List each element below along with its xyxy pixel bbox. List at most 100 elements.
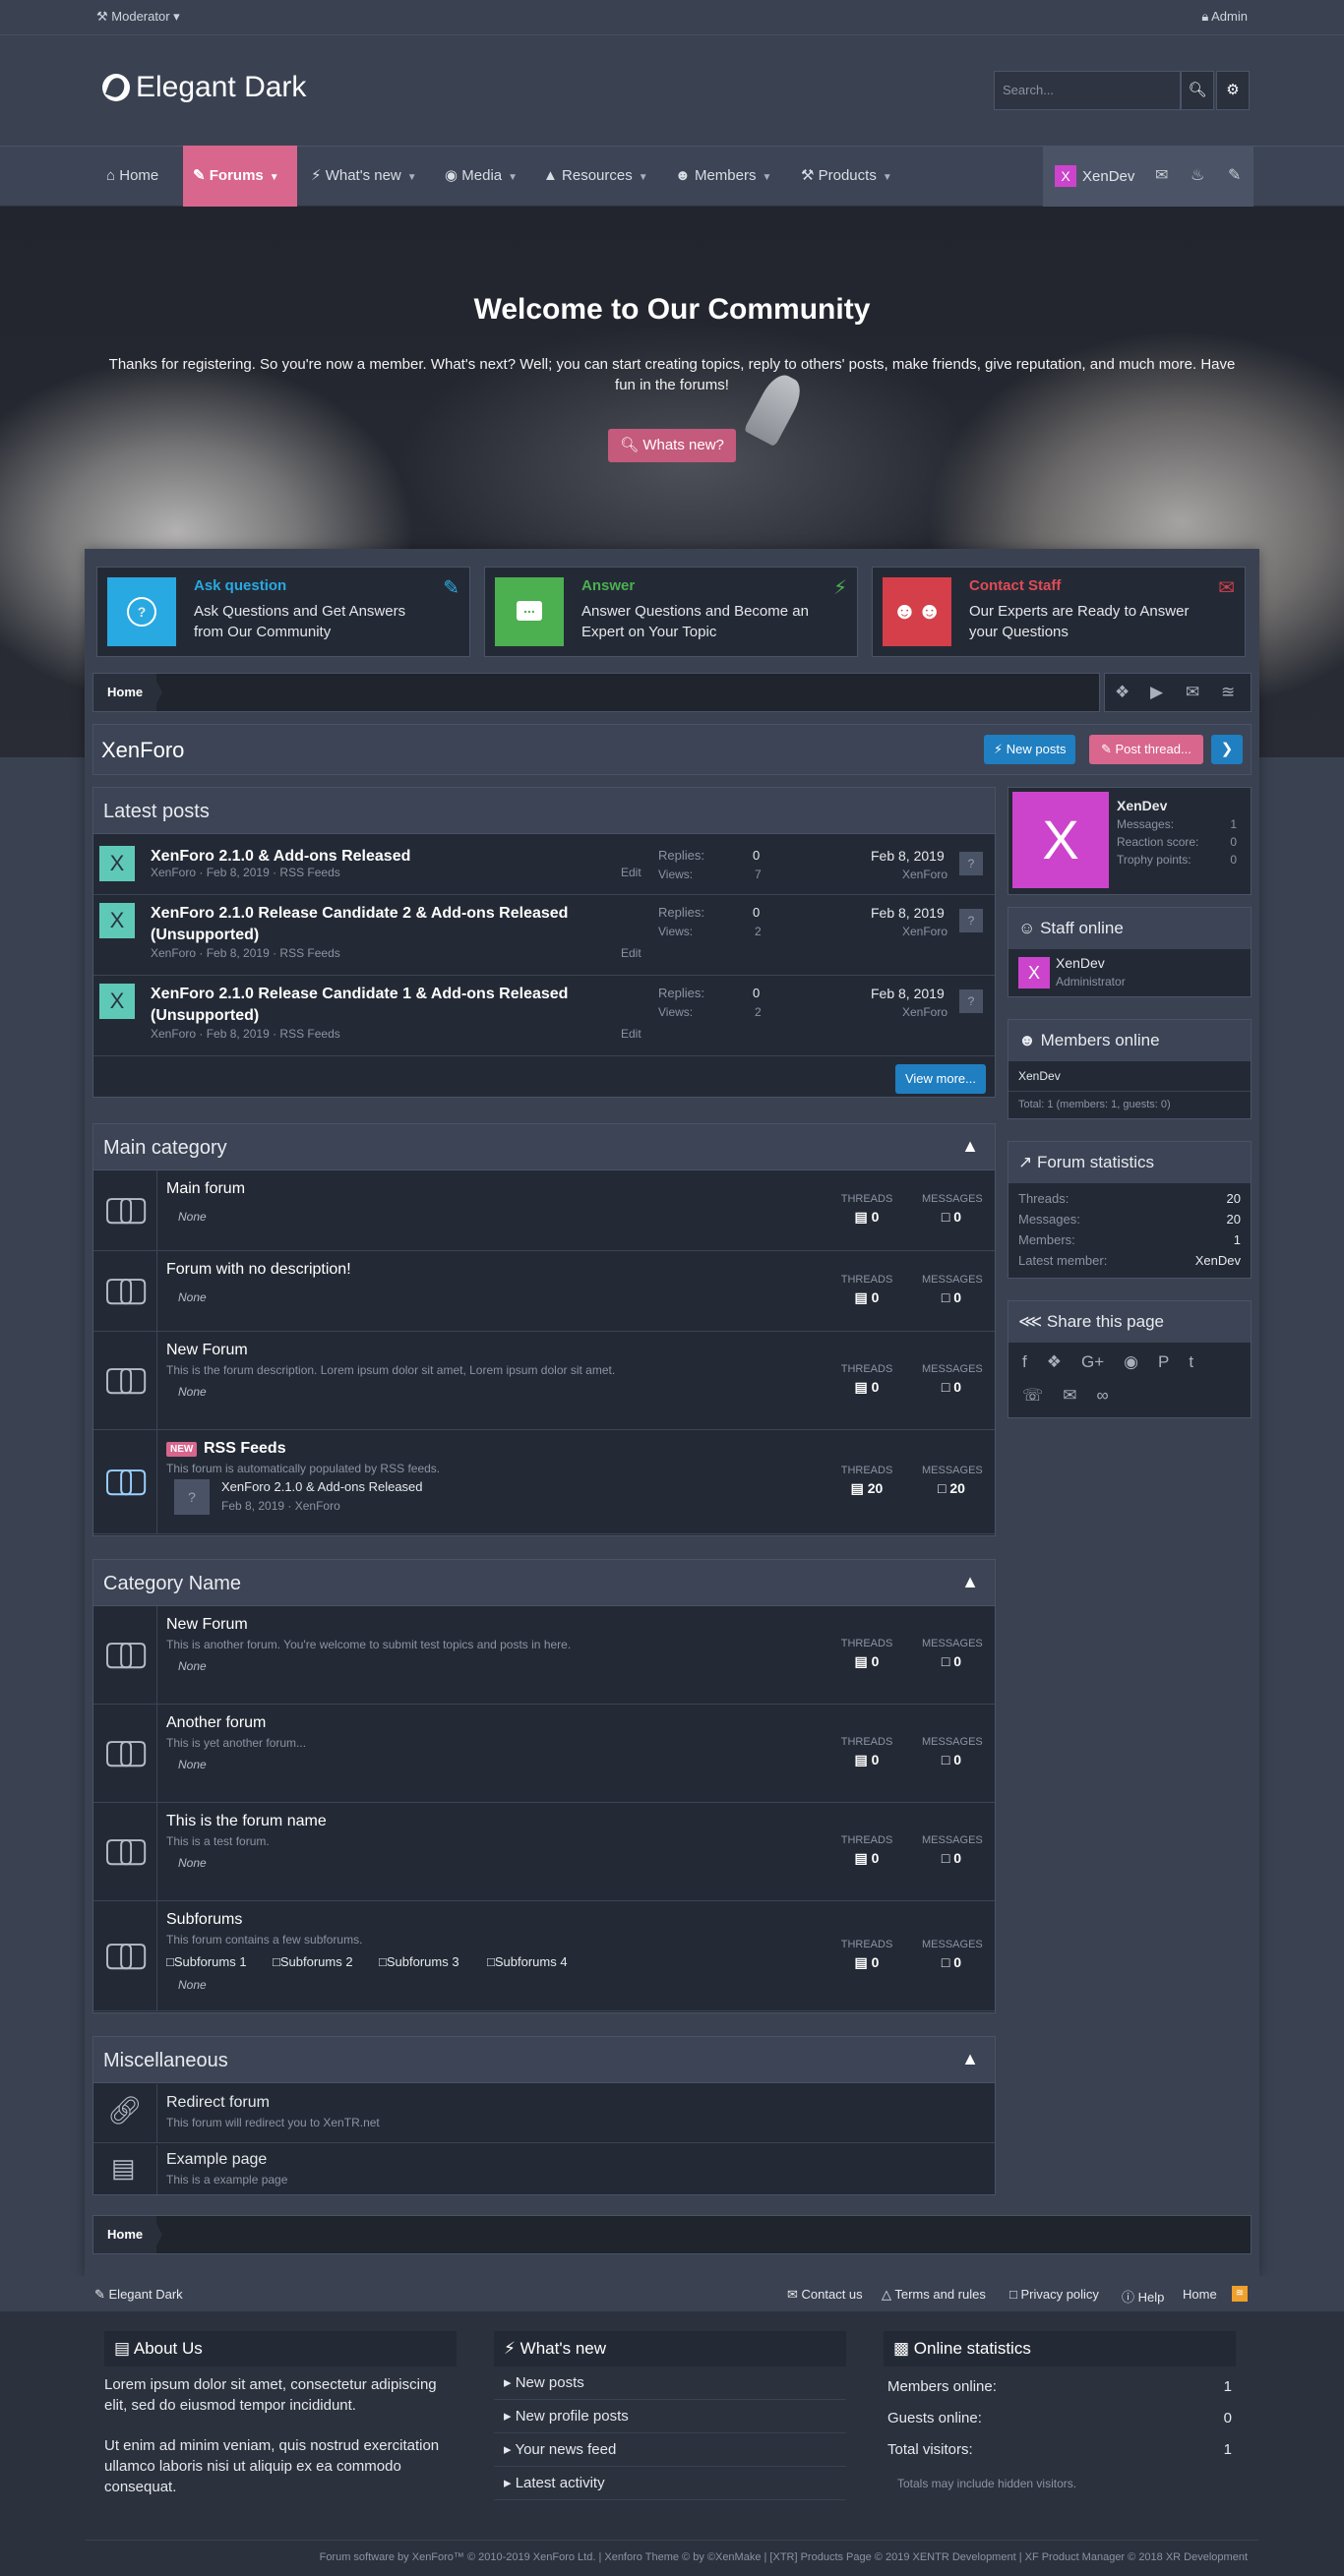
member-link[interactable]: XenDev — [1018, 1069, 1061, 1083]
search-options-button[interactable]: ⚙ — [1216, 71, 1250, 110]
list-item[interactable]: 🔗︎ Redirect forum This forum will redire… — [93, 2084, 995, 2143]
footer-new-posts[interactable]: ▸ New posts — [494, 2366, 846, 2400]
search-button[interactable]: 🔍︎ — [1181, 71, 1214, 110]
pinterest-icon[interactable]: P — [1158, 1352, 1169, 1372]
avatar: ? — [959, 909, 983, 932]
nav-forums[interactable]: ✎ Forums ▼ — [183, 146, 297, 207]
footer-link-home[interactable]: Home — [1183, 2287, 1217, 2302]
forum-title[interactable]: Main forum — [166, 1180, 245, 1198]
users-icon: ☻ — [675, 167, 695, 184]
subforum-link[interactable]: □Subforums 4 — [487, 1954, 568, 1969]
reddit-icon[interactable]: ◉ — [1124, 1352, 1138, 1372]
tumblr-icon[interactable]: t — [1189, 1352, 1193, 1372]
cart-icon: ⚒ — [801, 167, 819, 184]
list-item[interactable]: ▤ Example page This is a example page — [93, 2145, 995, 2194]
forum-row[interactable]: ▢▢ New Forum This is the forum description… — [93, 1332, 995, 1430]
style-chooser[interactable]: ✎ Elegant Dark — [94, 2287, 183, 2303]
forum-row[interactable]: ▢▢ Forum with no description! None THREADS M… — [93, 1251, 995, 1332]
whatsapp-icon[interactable]: ☏ — [1022, 1386, 1043, 1406]
thread-title[interactable]: XenForo 2.1.0 Release Candidate 1 & Add-… — [151, 984, 623, 1027]
new-posts-button[interactable]: ⚡︎ New posts — [984, 735, 1076, 764]
google-plus-icon[interactable]: G+ — [1081, 1352, 1104, 1372]
twitter-icon[interactable]: ❖ — [1115, 683, 1130, 702]
forum-row[interactable]: ▢▢ Another forum This is yet another forum… — [93, 1705, 995, 1803]
admin-link[interactable]: 🔒︎ Admin — [1201, 9, 1248, 25]
forum-row[interactable]: ▢▢ Main forum None THREADS MESSAGES ▤ 0 □ 0 — [93, 1170, 995, 1251]
view-more-button[interactable]: View more... — [895, 1064, 986, 1094]
footer-new-profile-posts[interactable]: ▸ New profile posts — [494, 2400, 846, 2433]
subforum-link[interactable]: □Subforums 3 — [379, 1954, 459, 1969]
thread-title[interactable]: XenForo 2.1.0 Release Candidate 2 & Add-… — [151, 903, 623, 946]
nav-resources[interactable]: ▲ Resources ▼ — [533, 146, 658, 207]
edit-link[interactable]: Edit — [621, 866, 641, 879]
forum-row[interactable]: ▢▢ NEW RSS Feeds This forum is automaticall… — [93, 1430, 995, 1534]
last-post-link[interactable]: XenForo 2.1.0 & Add-ons Released — [221, 1479, 423, 1494]
latest-member-link[interactable]: XenDev — [1195, 1253, 1241, 1268]
forum-row[interactable]: ▢▢ This is the forum name This is a test f… — [93, 1803, 995, 1901]
edit-link[interactable]: Edit — [621, 946, 641, 960]
latest-post-row[interactable]: X XenForo 2.1.0 Release Candidate 2 & Add… — [93, 895, 995, 976]
forum-title[interactable]: RSS Feeds — [204, 1440, 286, 1458]
footer-news-feed[interactable]: ▸ Your news feed — [494, 2433, 846, 2467]
chevron-up-icon[interactable]: ▲ — [961, 1572, 979, 1592]
breadcrumb: Home — [92, 2215, 1252, 2254]
chevron-up-icon[interactable]: ▲ — [961, 1136, 979, 1157]
pencil-icon[interactable]: ✎ — [1228, 165, 1241, 185]
latest-post-row[interactable]: X XenForo 2.1.0 & Add-ons Released XenForo… — [93, 838, 995, 895]
subforum-link[interactable]: □Subforums 1 — [166, 1954, 247, 1969]
footer-link-help[interactable]: ⓘ Help — [1122, 2287, 1164, 2306]
forum-stats-block: ↗ Forum statistics Threads: 20 Messages:… — [1008, 1141, 1252, 1279]
forum-title[interactable]: This is the forum name — [166, 1813, 327, 1830]
twitter-icon[interactable]: ❖ — [1047, 1352, 1062, 1372]
footer-link-privacy[interactable]: □ Privacy policy — [1009, 2287, 1099, 2302]
nav-products[interactable]: ⚒ Products ▼ — [791, 146, 902, 207]
forum-title[interactable]: New Forum — [166, 1616, 248, 1634]
forum-title[interactable]: Forum with no description! — [166, 1261, 351, 1279]
envelope-icon: ✉ — [1218, 577, 1235, 599]
latest-posts-title: Latest posts — [92, 787, 996, 834]
nav-home[interactable]: ⌂ Home — [96, 146, 168, 207]
forum-row[interactable]: ▢▢ New Forum This is another forum. You're… — [93, 1606, 995, 1705]
nav-media[interactable]: ◉ Media ▼ — [435, 146, 527, 207]
forum-row[interactable]: ▢▢ Subforums This forum contains a few sub… — [93, 1901, 995, 2011]
footer-whats-new: ⚡︎ What's new ▸ New posts ▸ New profile … — [494, 2331, 846, 2500]
rss-icon[interactable]: ≊ — [1221, 683, 1235, 702]
footer-link-terms[interactable]: △ Terms and rules — [882, 2287, 986, 2303]
footer-latest-activity[interactable]: ▸ Latest activity — [494, 2467, 846, 2500]
chevron-up-icon[interactable]: ▲ — [961, 2049, 979, 2069]
forum-title[interactable]: Another forum — [166, 1714, 266, 1732]
user-menu[interactable]: X XenDev — [1055, 165, 1134, 187]
breadcrumb-home[interactable]: Home — [93, 2216, 157, 2253]
inbox-icon[interactable]: ✉ — [1155, 165, 1168, 185]
chevron-right-icon[interactable]: ❯ — [1211, 735, 1243, 764]
footer-link-contact[interactable]: ✉ Contact us — [787, 2287, 863, 2303]
post-thread-button[interactable]: ✎ Post thread... — [1089, 735, 1203, 764]
forum-title[interactable]: New Forum — [166, 1342, 248, 1359]
forums-icon: ✎ — [193, 167, 210, 184]
forum-title[interactable]: Subforums — [166, 1911, 242, 1929]
site-logo[interactable]: Elegant Dark — [102, 71, 306, 104]
moderator-menu[interactable]: ⚒ Moderator ▾ — [96, 9, 180, 25]
feature-ask-question[interactable]: ? Ask question Ask Questions and Get Ans… — [96, 567, 470, 657]
bell-icon[interactable]: ♨ — [1191, 165, 1204, 185]
link-icon[interactable]: ∞ — [1097, 1386, 1109, 1406]
edit-link[interactable]: Edit — [621, 1027, 641, 1041]
feature-contact-staff[interactable]: ☻☻ Contact Staff Our Experts are Ready t… — [872, 567, 1246, 657]
latest-post-row[interactable]: X XenForo 2.1.0 Release Candidate 1 & Add… — [93, 976, 995, 1056]
rss-icon[interactable]: ≊ — [1232, 2286, 1248, 2302]
envelope-icon[interactable]: ✉ — [1186, 683, 1199, 702]
thread-icon: ▤ — [854, 1653, 868, 1669]
whats-new-button[interactable]: 🔍︎ Whats new? — [608, 429, 736, 462]
breadcrumb-home[interactable]: Home — [93, 674, 157, 711]
nav-members[interactable]: ☻ Members ▼ — [665, 146, 781, 207]
feature-answer[interactable]: ... Answer Answer Questions and Become a… — [484, 567, 858, 657]
youtube-icon[interactable]: ▶ — [1150, 683, 1163, 702]
thread-title[interactable]: XenForo 2.1.0 & Add-ons Released — [151, 846, 623, 868]
nav-whats-new[interactable]: ⚡︎ What's new ▼ — [301, 146, 427, 207]
envelope-icon[interactable]: ✉ — [1063, 1386, 1076, 1406]
staff-user-link[interactable]: XenDev — [1056, 955, 1105, 971]
search-input[interactable]: Search... — [994, 71, 1181, 110]
id-card-icon: ▤ — [114, 2339, 134, 2358]
facebook-icon[interactable]: f — [1022, 1352, 1027, 1372]
subforum-link[interactable]: □Subforums 2 — [273, 1954, 353, 1969]
